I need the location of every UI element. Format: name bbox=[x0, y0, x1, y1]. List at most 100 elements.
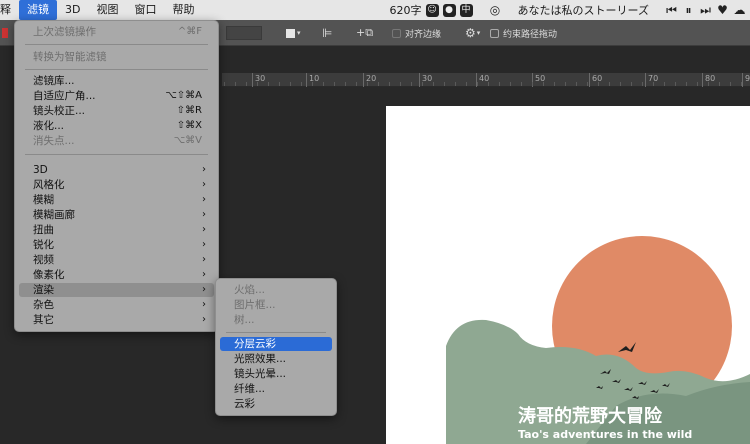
menu-item-lens-correction[interactable]: 镜头校正... ⇧⌘R bbox=[19, 104, 214, 118]
menu-item-smart-filter[interactable]: 转换为智能滤镜 bbox=[19, 50, 214, 64]
artwork-subtitle: Tao's adventures in the wild bbox=[518, 428, 693, 441]
menu-item-noise[interactable]: 杂色 › bbox=[19, 298, 214, 312]
menu-item-difference-clouds[interactable]: 分层云彩 bbox=[220, 337, 332, 351]
constrain-path-box[interactable] bbox=[490, 28, 499, 38]
menu-view[interactable]: 视图 bbox=[88, 0, 126, 20]
previous-track-icon[interactable]: ⏮ bbox=[665, 4, 678, 17]
menu-item-liquify[interactable]: 液化... ⇧⌘X bbox=[19, 119, 214, 133]
ruler-minor-tick bbox=[323, 82, 324, 86]
ruler-tick: 10 bbox=[306, 73, 319, 87]
menu-item-distort[interactable]: 扭曲 › bbox=[19, 223, 214, 237]
ruler-minor-tick bbox=[521, 82, 522, 86]
menu-item-last-filter[interactable]: 上次滤镜操作 ^⌘F bbox=[19, 25, 214, 39]
fill-square-icon[interactable]: ▾ bbox=[286, 26, 301, 40]
filter-menu: 上次滤镜操作 ^⌘F 转换为智能滤镜 滤镜库... 自适应广角... ⌥⇧⌘A 镜头… bbox=[14, 20, 219, 332]
menu-help[interactable]: 帮助 bbox=[164, 0, 202, 20]
menu-item-fibers[interactable]: 纤维... bbox=[220, 382, 332, 396]
document-canvas[interactable]: 涛哥的荒野大冒险 Tao's adventures in the wild bbox=[386, 106, 750, 444]
ruler-minor-tick bbox=[466, 82, 467, 86]
chevron-right-icon: › bbox=[202, 194, 206, 205]
tool-color-swatch[interactable] bbox=[2, 26, 8, 40]
ruler-minor-tick bbox=[334, 82, 335, 86]
ruler-minor-tick bbox=[675, 82, 676, 86]
menu-item-picture-frame[interactable]: 图片框... bbox=[220, 298, 332, 312]
artwork bbox=[446, 236, 750, 444]
menu-window[interactable]: 窗口 bbox=[126, 0, 164, 20]
ruler-tick: 70 bbox=[645, 73, 658, 87]
pause-icon[interactable]: ⏸ bbox=[682, 4, 695, 17]
menu-item-blur-gallery[interactable]: 模糊画廊 › bbox=[19, 208, 214, 222]
menu-edit-partial[interactable]: 释 bbox=[0, 0, 19, 20]
ruler-minor-tick bbox=[411, 82, 412, 86]
ruler-minor-tick bbox=[642, 82, 643, 86]
artwork-title: 涛哥的荒野大冒险 bbox=[518, 406, 662, 427]
status-area: 620字 ☺ ● 中 ◎ あなたは私のストーリーズ ⏮ ⏸ ⏭ ♥ ☁ bbox=[390, 0, 746, 20]
microphone-icon[interactable]: ● bbox=[442, 3, 456, 17]
ruler-minor-tick bbox=[532, 82, 533, 86]
gear-icon[interactable]: ⚙ ▾ bbox=[465, 26, 480, 40]
menu-item-adaptive-wide-angle[interactable]: 自适应广角... ⌥⇧⌘A bbox=[19, 89, 214, 103]
height-field[interactable] bbox=[226, 26, 262, 40]
menu-item-sharpen[interactable]: 锐化 › bbox=[19, 238, 214, 252]
menu-item-blur[interactable]: 模糊 › bbox=[19, 193, 214, 207]
ruler-minor-tick bbox=[367, 82, 368, 86]
ruler-minor-tick bbox=[224, 82, 225, 86]
ruler-minor-tick bbox=[301, 82, 302, 86]
menu-3d[interactable]: 3D bbox=[57, 0, 88, 20]
ruler-minor-tick bbox=[389, 82, 390, 86]
heart-icon[interactable]: ♥ bbox=[716, 4, 729, 17]
ruler-minor-tick bbox=[664, 82, 665, 86]
ruler-minor-tick bbox=[653, 82, 654, 86]
chevron-right-icon: › bbox=[202, 209, 206, 220]
next-track-icon[interactable]: ⏭ bbox=[699, 4, 712, 17]
chevron-right-icon: › bbox=[202, 224, 206, 235]
ruler-tick: 60 bbox=[589, 73, 602, 87]
char-count[interactable]: 620字 bbox=[390, 2, 422, 18]
ruler-minor-tick bbox=[730, 82, 731, 86]
ruler-minor-tick bbox=[477, 82, 478, 86]
ruler-minor-tick bbox=[433, 82, 434, 86]
ruler-minor-tick bbox=[598, 82, 599, 86]
emoji-icon[interactable]: ☺ bbox=[425, 3, 439, 17]
menu-item-tree[interactable]: 树... bbox=[220, 313, 332, 327]
ruler-minor-tick bbox=[345, 82, 346, 86]
ruler-minor-tick bbox=[235, 82, 236, 86]
airplay-icon[interactable]: ◎ bbox=[489, 4, 502, 17]
constrain-path-checkbox[interactable]: 约束路径拖动 bbox=[490, 26, 557, 40]
path-alignment-icon[interactable]: ⊫ bbox=[322, 26, 332, 40]
ruler-minor-tick bbox=[268, 82, 269, 86]
menu-filter[interactable]: 滤镜 bbox=[19, 0, 57, 20]
menu-item-other[interactable]: 其它 › bbox=[19, 313, 214, 327]
ruler-minor-tick bbox=[356, 82, 357, 86]
cloud-icon[interactable]: ☁ bbox=[733, 4, 746, 17]
chevron-right-icon: › bbox=[202, 269, 206, 280]
menu-item-3d[interactable]: 3D › bbox=[19, 163, 214, 177]
ruler-minor-tick bbox=[543, 82, 544, 86]
menu-bar: 释 滤镜 3D 视图 窗口 帮助 620字 ☺ ● 中 ◎ あなたは私のストーリ… bbox=[0, 0, 750, 20]
ruler-minor-tick bbox=[609, 82, 610, 86]
menu-item-render[interactable]: 渲染 › bbox=[19, 283, 214, 297]
menu-item-clouds[interactable]: 云彩 bbox=[220, 397, 332, 411]
menu-item-filter-gallery[interactable]: 滤镜库... bbox=[19, 74, 214, 88]
chevron-right-icon: › bbox=[202, 179, 206, 190]
horizontal-ruler[interactable]: 30 10 20 30 40 50 60 70 80 90 bbox=[222, 73, 750, 87]
menu-item-lens-flare[interactable]: 镜头光晕... bbox=[220, 367, 332, 381]
align-edges-box[interactable] bbox=[392, 28, 401, 38]
menu-item-video[interactable]: 视频 › bbox=[19, 253, 214, 267]
now-playing-song[interactable]: あなたは私のストーリーズ bbox=[518, 2, 649, 18]
menu-item-stylize[interactable]: 风格化 › bbox=[19, 178, 214, 192]
menu-item-vanishing-point[interactable]: 消失点... ⌥⌘V bbox=[19, 134, 214, 148]
ruler-minor-tick bbox=[554, 82, 555, 86]
menu-item-pixelate[interactable]: 像素化 › bbox=[19, 268, 214, 282]
align-edges-checkbox[interactable]: 对齐边缘 bbox=[392, 26, 441, 40]
ruler-minor-tick bbox=[741, 82, 742, 86]
path-arrangement-icon[interactable]: +⧉ bbox=[356, 26, 373, 40]
ruler-tick: 20 bbox=[363, 73, 376, 87]
ruler-minor-tick bbox=[576, 82, 577, 86]
ruler-minor-tick bbox=[631, 82, 632, 86]
input-method-icon[interactable]: 中 bbox=[459, 3, 473, 17]
chevron-right-icon: › bbox=[202, 299, 206, 310]
menu-item-lighting-effects[interactable]: 光照效果... bbox=[220, 352, 332, 366]
menu-item-flame[interactable]: 火焰... bbox=[220, 283, 332, 297]
ruler-minor-tick bbox=[587, 82, 588, 86]
